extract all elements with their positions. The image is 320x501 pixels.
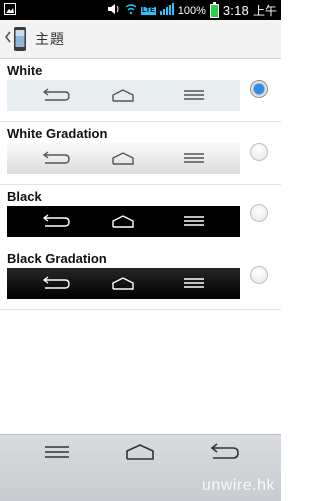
title-bar: 主題 (0, 20, 281, 59)
home-icon (126, 444, 154, 460)
radio-unselected[interactable] (250, 266, 268, 284)
home-icon (112, 152, 134, 165)
home-icon (112, 215, 134, 228)
radio-unselected[interactable] (250, 204, 268, 222)
wifi-icon (125, 3, 137, 18)
battery-percent: 100% (177, 4, 206, 17)
page-title: 主題 (35, 31, 65, 47)
menu-icon (184, 278, 204, 288)
theme-name: White (7, 63, 43, 78)
menu-icon (184, 153, 204, 163)
gallery-notification-icon (4, 3, 16, 18)
phone-theme-icon[interactable] (13, 26, 27, 52)
back-icon (42, 88, 70, 101)
menu-icon (45, 446, 69, 458)
home-icon (112, 89, 134, 102)
radio-unselected[interactable] (250, 143, 268, 161)
menu-icon (184, 90, 204, 100)
menu-icon (184, 216, 204, 226)
watermark: unwire.hk (202, 477, 275, 494)
nav-bar-preview-white (7, 80, 240, 111)
theme-name: Black Gradation (7, 251, 107, 266)
theme-name: Black (7, 189, 42, 204)
theme-name: White Gradation (7, 126, 108, 141)
signal-icon (159, 3, 174, 18)
theme-option-white[interactable]: White (0, 59, 281, 122)
home-icon (112, 277, 134, 290)
status-bar: LTE 100% 3:18 上午 (0, 0, 281, 20)
battery-icon (209, 1, 219, 18)
theme-option-black-gradation[interactable]: Black Gradation (0, 247, 281, 310)
radio-selected[interactable] (250, 80, 268, 98)
back-icon (42, 214, 70, 227)
nav-bar-preview-white-gradation (7, 143, 240, 174)
theme-option-black[interactable]: Black (0, 185, 281, 248)
clock-ampm: 上午 (252, 4, 277, 18)
back-icon (42, 276, 70, 289)
nav-bar-preview-black-gradation (7, 268, 240, 299)
lte-icon: LTE (141, 6, 156, 15)
theme-option-white-gradation[interactable]: White Gradation (0, 122, 281, 185)
chevron-left-icon[interactable] (4, 30, 12, 48)
back-icon (42, 151, 70, 164)
nav-bar-preview-black (7, 206, 240, 237)
speaker-icon (107, 3, 121, 18)
clock-time: 3:18 (222, 3, 249, 18)
back-icon (210, 443, 239, 459)
bottom-nav-bar: unwire.hk (0, 434, 281, 501)
